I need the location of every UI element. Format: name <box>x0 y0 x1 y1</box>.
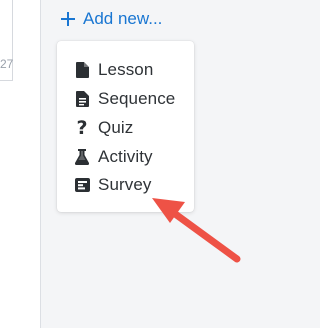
annotation-arrow <box>152 198 241 263</box>
